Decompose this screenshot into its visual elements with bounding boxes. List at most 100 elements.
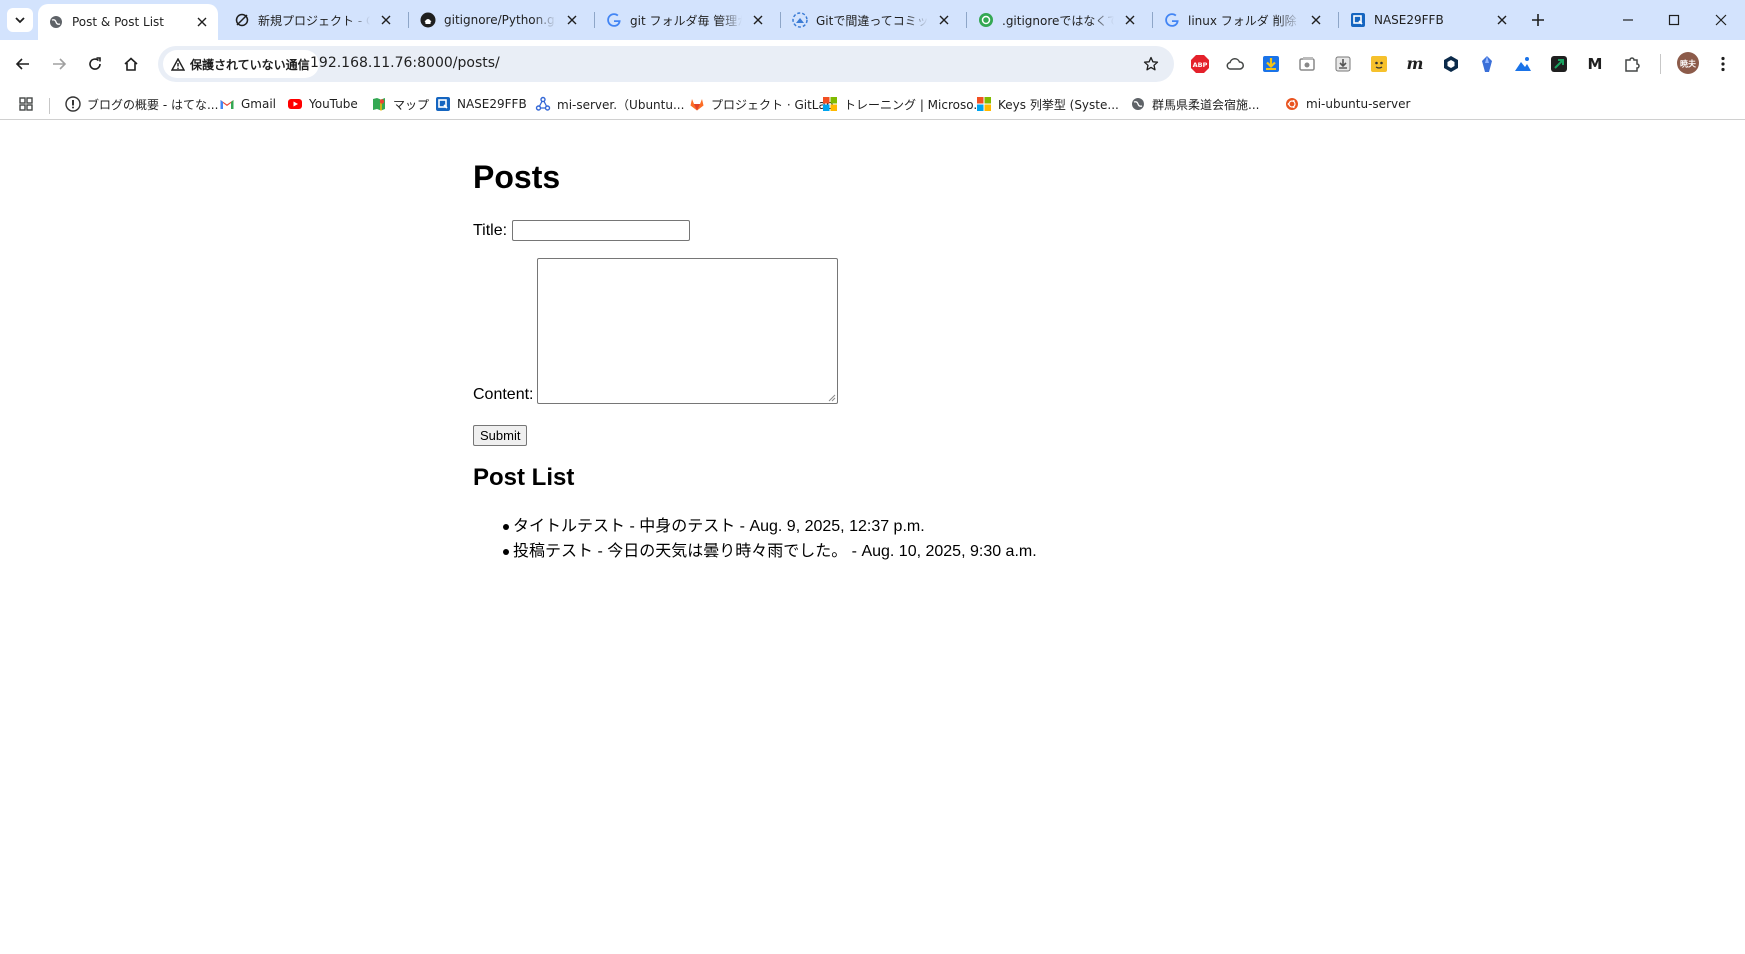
bookmarks-bar: ブログの概要 - はてな... Gmail YouTube マップ NASE29… xyxy=(0,88,1745,120)
puzzle-icon[interactable] xyxy=(1622,54,1642,74)
reload-button[interactable] xyxy=(81,50,109,78)
green-square-icon[interactable] xyxy=(1549,54,1569,74)
qnap-icon xyxy=(1350,12,1366,28)
plus-icon xyxy=(1532,14,1544,26)
bookmark-hatena[interactable]: ブログの概要 - はてな... xyxy=(65,92,218,116)
m-bold-icon[interactable]: M xyxy=(1585,54,1605,74)
tab-git-commit[interactable]: Gitで間違ってコミットした xyxy=(782,0,960,40)
tab-nas[interactable]: NASE29FFB xyxy=(1340,0,1518,40)
arrow-left-icon xyxy=(15,58,29,70)
sticky-face-icon[interactable] xyxy=(1369,54,1389,74)
adblock-text: ABP xyxy=(1193,61,1208,69)
content-row: Content: xyxy=(473,258,839,404)
new-tab-button[interactable] xyxy=(1525,8,1551,32)
address-bar[interactable]: 保護されていない通信 192.168.11.76:8000/posts/ xyxy=(158,46,1174,82)
bookmark-mi-ubuntu-server[interactable]: mi-ubuntu-server xyxy=(1284,92,1410,116)
network-icon xyxy=(535,96,551,112)
home-button[interactable] xyxy=(117,50,145,78)
google-icon xyxy=(606,12,622,28)
bookmark-gmail[interactable]: Gmail xyxy=(219,92,276,116)
close-window-button[interactable] xyxy=(1698,0,1744,40)
bookmark-keys-enum[interactable]: Keys 列挙型 (Syste... xyxy=(976,92,1119,116)
image-mountain-icon[interactable] xyxy=(1513,54,1533,74)
gitlab-icon xyxy=(689,96,705,112)
globe-icon xyxy=(1130,96,1146,112)
m-italic-text: m xyxy=(1407,54,1424,73)
adblock-plus-icon[interactable]: ABP xyxy=(1190,54,1210,74)
download-tray-icon[interactable] xyxy=(1333,54,1353,74)
security-label: 保護されていない通信 xyxy=(190,57,310,72)
tab-google-linux-delete[interactable]: linux フォルダ 削除 - Google xyxy=(1154,0,1332,40)
submit-button[interactable]: Submit xyxy=(473,425,528,446)
star-icon xyxy=(1143,56,1159,71)
bookmark-maps[interactable]: マップ xyxy=(371,92,429,116)
tab-chatgpt-gitignore[interactable]: .gitignoreではなくて、管理 xyxy=(968,0,1146,40)
bookmark-youtube[interactable]: YouTube xyxy=(287,92,358,116)
minimize-button[interactable] xyxy=(1605,0,1651,40)
tab-title: Gitで間違ってコミットした xyxy=(816,13,928,28)
tab-title: 新規プロジェクト - Grok xyxy=(258,13,370,28)
apps-button[interactable] xyxy=(18,92,40,116)
back-button[interactable] xyxy=(9,50,37,78)
avatar[interactable]: 暁夫 xyxy=(1676,51,1700,75)
bookmarks-divider xyxy=(49,98,50,114)
ubuntu-icon xyxy=(1284,96,1300,112)
content-textarea[interactable] xyxy=(537,258,839,404)
list-item: 投稿テスト - 今日の天気は曇り時々雨でした。 - Aug. 10, 2025,… xyxy=(473,539,1037,564)
bookmark-gitlab[interactable]: プロジェクト · GitLab xyxy=(689,92,833,116)
bookmark-nas[interactable]: NASE29FFB xyxy=(435,92,527,116)
close-icon[interactable] xyxy=(1306,10,1326,30)
gmail-icon xyxy=(219,96,235,112)
chevron-down-icon xyxy=(15,17,25,24)
bookmark-label: プロジェクト · GitLab xyxy=(711,97,834,112)
bookmark-mi-server[interactable]: mi-server.（Ubuntu... xyxy=(535,92,684,116)
tab-search-button[interactable] xyxy=(7,8,33,32)
arrow-right-icon xyxy=(53,58,67,70)
screen-capture-icon[interactable] xyxy=(1297,54,1317,74)
maximize-icon xyxy=(1668,14,1680,26)
globe-icon xyxy=(48,14,64,30)
bookmark-ms-training[interactable]: トレーニング | Microso... xyxy=(822,92,985,116)
download-arrow-icon[interactable] xyxy=(1261,54,1281,74)
github-icon xyxy=(420,12,436,28)
tab-google-search-git[interactable]: git フォルダ毎 管理から外す xyxy=(596,0,774,40)
close-icon[interactable] xyxy=(748,10,768,30)
tab-title: NASE29FFB xyxy=(1374,13,1444,27)
google-icon xyxy=(1164,12,1180,28)
m-italic-icon[interactable]: m xyxy=(1405,54,1425,74)
close-icon[interactable] xyxy=(192,12,212,32)
title-row: Title: xyxy=(473,220,691,241)
hexagon-icon[interactable] xyxy=(1441,54,1461,74)
close-icon[interactable] xyxy=(1492,10,1512,30)
close-icon[interactable] xyxy=(1120,10,1140,30)
minimize-icon xyxy=(1623,19,1633,21)
bookmark-gunma-judo[interactable]: 群馬県柔道会宿施... xyxy=(1130,92,1259,116)
tab-strip: Post & Post List 新規プロジェクト - Grok gitigno… xyxy=(0,0,1745,40)
tab-post-list[interactable]: Post & Post List xyxy=(38,4,218,40)
close-icon[interactable] xyxy=(934,10,954,30)
toolbar-divider xyxy=(1660,54,1661,74)
close-icon[interactable] xyxy=(376,10,396,30)
tab-title: gitignore/Python.gitignore xyxy=(444,13,556,27)
tab-grok[interactable]: 新規プロジェクト - Grok xyxy=(224,0,402,40)
cloud-upload-icon xyxy=(792,12,808,28)
cloud-icon[interactable] xyxy=(1225,54,1245,74)
qnap-icon xyxy=(435,96,451,112)
maximize-button[interactable] xyxy=(1651,0,1697,40)
forward-button[interactable] xyxy=(45,50,73,78)
microsoft-icon xyxy=(822,96,838,112)
post-list: タイトルテスト - 中身のテスト - Aug. 9, 2025, 12:37 p… xyxy=(473,514,1037,564)
tab-separator xyxy=(594,12,595,28)
microsoft-icon xyxy=(976,96,992,112)
tab-github-gitignore[interactable]: gitignore/Python.gitignore xyxy=(410,0,588,40)
home-icon xyxy=(124,57,138,71)
close-icon[interactable] xyxy=(562,10,582,30)
security-indicator[interactable]: 保護されていない通信 xyxy=(163,50,319,78)
title-input[interactable] xyxy=(512,220,691,241)
bookmark-star-button[interactable] xyxy=(1139,52,1163,76)
url-text[interactable]: 192.168.11.76:8000/posts/ xyxy=(310,55,500,71)
crystal-icon[interactable] xyxy=(1477,54,1497,74)
menu-button[interactable] xyxy=(1713,54,1733,74)
tab-title: git フォルダ毎 管理から外す xyxy=(630,13,742,28)
resize-grip-icon[interactable] xyxy=(828,394,836,402)
